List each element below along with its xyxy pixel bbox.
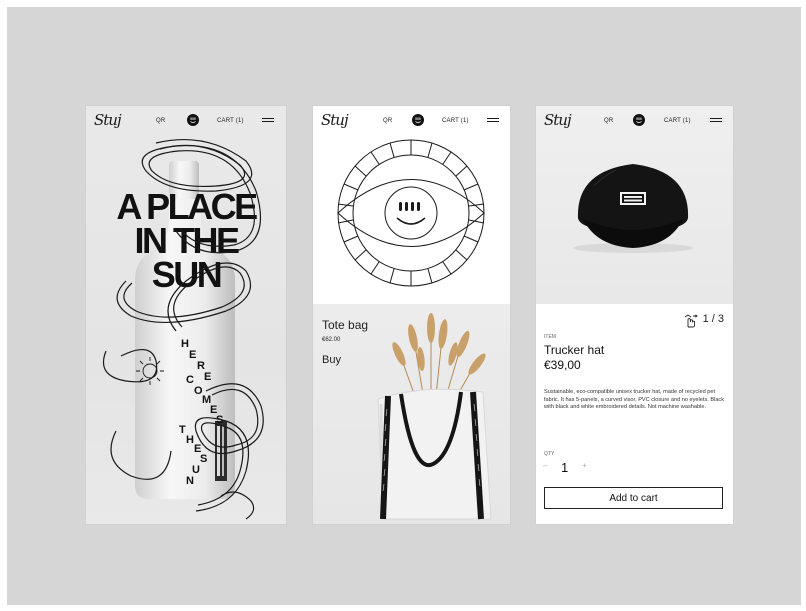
swipe-hand-icon bbox=[684, 314, 698, 328]
product-price: €62.00 bbox=[322, 337, 341, 343]
wave-letter: E bbox=[204, 371, 212, 383]
wave-letter: E bbox=[189, 349, 197, 361]
buy-button[interactable]: Buy bbox=[322, 354, 341, 366]
smiley-icon[interactable] bbox=[633, 114, 645, 126]
tote-screen: Stuj QR CART (1) Tote bag €62.00 Buy bbox=[313, 106, 510, 524]
logo[interactable]: Stuj bbox=[94, 111, 122, 129]
item-label: ITEM bbox=[544, 334, 556, 340]
item-description: Sustainable, eco-compatible unisex truck… bbox=[544, 389, 725, 411]
wave-letter: T bbox=[179, 424, 186, 436]
top-nav: Stuj QR CART (1) bbox=[313, 106, 510, 136]
qty-increase-button[interactable]: + bbox=[582, 461, 587, 470]
tote-product-area: Tote bag €62.00 Buy bbox=[313, 304, 510, 524]
menu-icon[interactable] bbox=[487, 117, 499, 123]
smiley-icon[interactable] bbox=[187, 114, 199, 126]
wave-letter: H bbox=[186, 434, 194, 446]
top-nav: Stuj QR CART (1) bbox=[86, 106, 286, 136]
wave-letter: N bbox=[186, 475, 194, 487]
qty-label: QTY bbox=[544, 451, 555, 457]
tote-bag-image bbox=[377, 313, 492, 520]
logo[interactable]: Stuj bbox=[321, 111, 349, 129]
home-screen: Stuj QR CART (1) A PLACE IN THE SUN H E … bbox=[86, 106, 286, 524]
item-name: Trucker hat bbox=[544, 343, 605, 357]
wave-letter: H bbox=[181, 338, 189, 350]
menu-icon[interactable] bbox=[262, 117, 274, 123]
showcase-background: Stuj QR CART (1) A PLACE IN THE SUN H E … bbox=[7, 7, 801, 605]
nav-qr-link[interactable]: QR bbox=[156, 118, 165, 124]
menu-icon[interactable] bbox=[710, 117, 722, 123]
qty-decrease-button[interactable]: – bbox=[543, 461, 547, 470]
gallery-counter: 1 / 3 bbox=[702, 313, 724, 325]
smiley-icon[interactable] bbox=[412, 114, 424, 126]
add-to-cart-button[interactable]: Add to cart bbox=[544, 487, 723, 509]
nav-cart-link[interactable]: CART (1) bbox=[664, 118, 691, 124]
wave-letter: C bbox=[186, 374, 194, 386]
nav-cart-link[interactable]: CART (1) bbox=[217, 118, 244, 124]
nav-qr-link[interactable]: QR bbox=[604, 118, 613, 124]
wave-letter: S bbox=[200, 453, 208, 465]
qty-value[interactable]: 1 bbox=[561, 460, 568, 475]
scribble-decoration bbox=[102, 138, 264, 520]
product-detail-screen: Stuj QR CART (1) 1 / 3 ITEM Trucker hat … bbox=[536, 106, 733, 524]
item-price: €39,00 bbox=[544, 358, 581, 372]
logo[interactable]: Stuj bbox=[544, 111, 572, 129]
top-nav: Stuj QR CART (1) bbox=[536, 106, 733, 136]
nav-qr-link[interactable]: QR bbox=[383, 118, 392, 124]
nav-cart-link[interactable]: CART (1) bbox=[442, 118, 469, 124]
wave-letter: S bbox=[216, 414, 224, 426]
